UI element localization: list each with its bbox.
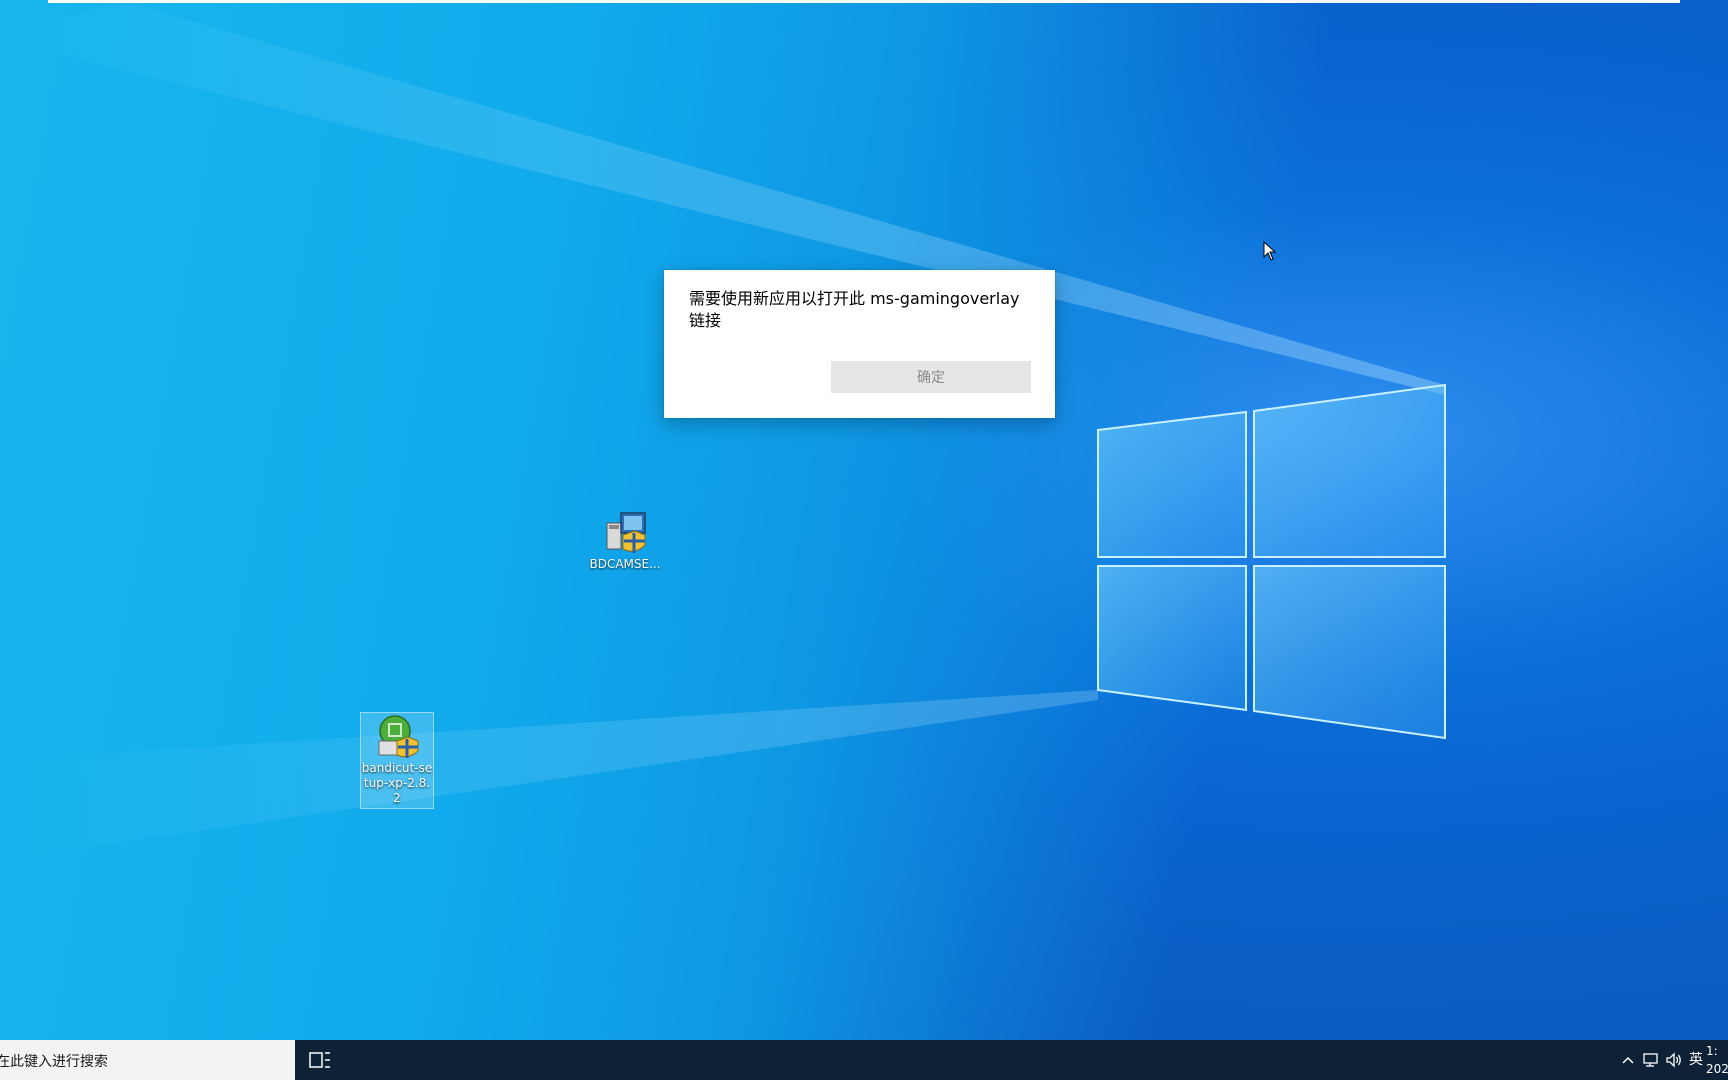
desktop-icon-bdcamsetup[interactable]: BDCAMSE... — [587, 509, 663, 572]
desktop-icon-label: bandicut-setup-xp-2.8.2 — [361, 761, 433, 805]
network-icon[interactable] — [1640, 1050, 1660, 1070]
mouse-cursor-icon — [1263, 241, 1277, 261]
ok-button[interactable]: 确定 — [831, 361, 1031, 393]
search-placeholder: 在此键入进行搜索 — [0, 1054, 108, 1070]
input-method-indicator[interactable]: 英 — [1686, 1050, 1706, 1070]
desktop[interactable]: BDCAMSE... bandicut-setup-xp-2.8.2 需要使用新… — [0, 0, 1728, 1040]
volume-icon[interactable] — [1664, 1050, 1684, 1070]
installer-icon — [601, 509, 649, 557]
dialog-message: 需要使用新应用以打开此 ms-gamingoverlay 链接 — [689, 289, 1020, 330]
task-view-icon[interactable] — [308, 1050, 332, 1070]
top-window-edge — [48, 0, 1680, 3]
show-hidden-icons-chevron-icon[interactable] — [1618, 1050, 1638, 1070]
clock-date: 202 — [1706, 1062, 1728, 1076]
taskbar: 在此键入进行搜索 英 1: 202 — [0, 1040, 1728, 1080]
clock-time: 1: — [1706, 1044, 1718, 1058]
taskbar-clock[interactable]: 1: 202 — [1706, 1042, 1728, 1078]
desktop-icon-label: BDCAMSE... — [589, 557, 661, 571]
bandicut-installer-icon — [373, 713, 421, 761]
windows-logo-wallpaper — [0, 0, 1446, 860]
taskbar-search-box[interactable]: 在此键入进行搜索 — [0, 1040, 295, 1080]
open-app-dialog: 需要使用新应用以打开此 ms-gamingoverlay 链接 确定 — [664, 270, 1055, 418]
desktop-icon-bandicut-setup[interactable]: bandicut-setup-xp-2.8.2 — [360, 712, 434, 809]
